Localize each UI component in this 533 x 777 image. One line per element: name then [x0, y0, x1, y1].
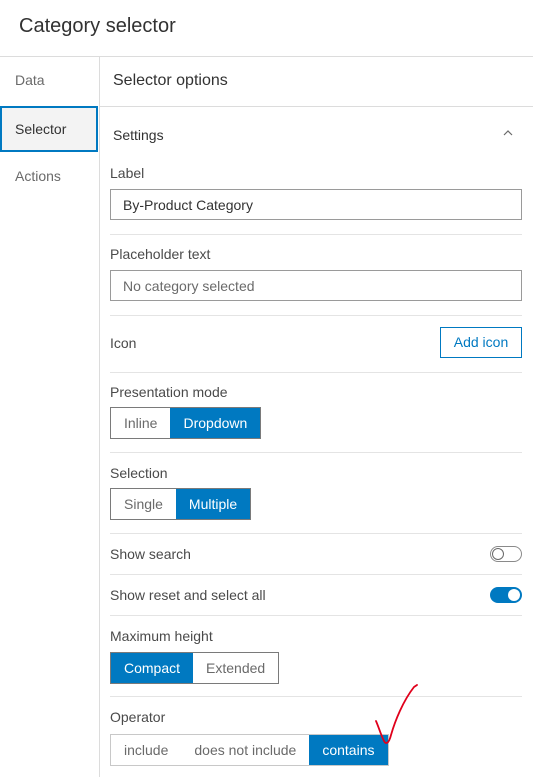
presentation-mode-label: Presentation mode [110, 384, 228, 400]
settings-section-title: Settings [113, 127, 164, 143]
presentation-mode-dropdown[interactable]: Dropdown [170, 408, 261, 438]
selector-options-panel: Selector options Settings Label Placehol… [100, 57, 533, 777]
toggle-knob [492, 548, 504, 560]
placeholder-input[interactable] [110, 270, 522, 301]
sidebar-item-selector[interactable]: Selector [0, 106, 98, 152]
operator-segmented: include does not include contains [110, 734, 389, 766]
operator-include[interactable]: include [111, 735, 181, 765]
operator-does-not-include[interactable]: does not include [181, 735, 309, 765]
presentation-mode-segmented: Inline Dropdown [110, 407, 262, 439]
divider [110, 234, 522, 235]
sidebar-item-label: Selector [15, 121, 67, 137]
divider [110, 533, 522, 534]
max-height-extended[interactable]: Extended [193, 653, 278, 683]
divider [110, 696, 522, 697]
handwritten-checkmark-annotation [375, 684, 418, 744]
divider [110, 615, 522, 616]
settings-section-header[interactable]: Settings [100, 107, 533, 157]
max-height-label: Maximum height [110, 628, 213, 644]
max-height-compact[interactable]: Compact [111, 653, 194, 683]
show-reset-label: Show reset and select all [110, 587, 266, 603]
sidebar-item-label: Actions [15, 168, 61, 184]
icon-label: Icon [110, 335, 137, 351]
show-search-label: Show search [110, 546, 191, 562]
sidebar: Data Selector Actions [0, 57, 100, 777]
show-reset-toggle[interactable] [490, 587, 522, 603]
divider [110, 372, 522, 373]
selection-single[interactable]: Single [111, 489, 176, 519]
sidebar-item-label: Data [15, 72, 45, 88]
selection-segmented: Single Multiple [110, 488, 252, 520]
divider [110, 315, 522, 316]
placeholder-field-label: Placeholder text [110, 246, 211, 262]
sidebar-item-actions[interactable]: Actions [0, 153, 100, 199]
panel-header: Selector options [100, 57, 533, 107]
label-input[interactable] [110, 189, 522, 220]
selection-label: Selection [110, 465, 168, 481]
selection-multiple[interactable]: Multiple [175, 489, 251, 519]
title-bar: Category selector [0, 0, 533, 57]
add-icon-button[interactable]: Add icon [440, 327, 522, 358]
label-field-label: Label [110, 165, 145, 181]
divider [110, 452, 522, 453]
operator-label: Operator [110, 709, 166, 725]
toggle-knob [508, 589, 520, 601]
panel-title: Selector options [113, 72, 228, 89]
divider [110, 574, 522, 575]
show-search-toggle[interactable] [490, 546, 522, 562]
presentation-mode-inline[interactable]: Inline [111, 408, 170, 438]
max-height-segmented: Compact Extended [110, 652, 280, 684]
window-title: Category selector [19, 15, 176, 37]
chevron-up-icon[interactable] [503, 124, 513, 140]
sidebar-item-data[interactable]: Data [0, 57, 100, 103]
